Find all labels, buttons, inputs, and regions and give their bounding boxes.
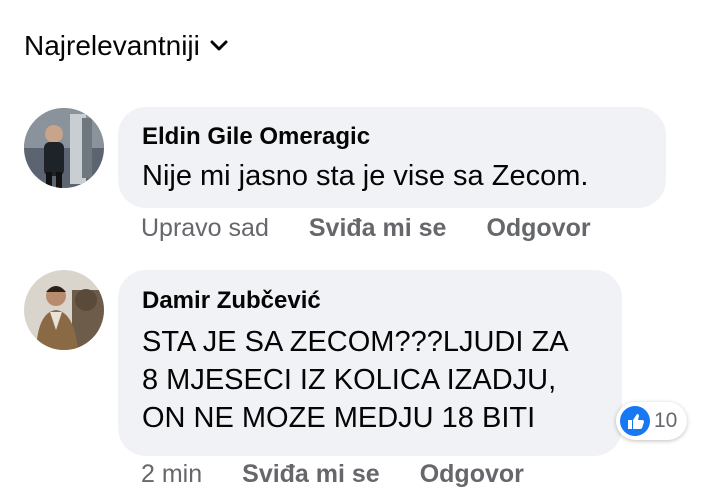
reaction-summary[interactable]: 10 <box>616 402 688 440</box>
comment-text-line: ON NE MOZE MEDJU 18 BITI <box>142 402 536 434</box>
reply-button[interactable]: Odgovor <box>420 460 524 489</box>
like-button[interactable]: Sviđa mi se <box>309 214 447 243</box>
comment-author[interactable]: Damir Zubčević <box>142 287 600 315</box>
sort-label: Najrelevantniji <box>24 30 200 61</box>
comment-text-line: 8 MJESECI IZ KOLICA IZADJU, <box>142 364 557 396</box>
avatar[interactable] <box>24 108 104 188</box>
comment-actions: 2 min Sviđa mi se Odgovor <box>141 460 524 489</box>
comment-bubble: Eldin Gile Omeragic Nije mi jasno sta je… <box>118 107 666 208</box>
comment-timestamp[interactable]: Upravo sad <box>141 214 269 243</box>
avatar[interactable] <box>24 270 104 350</box>
reply-button[interactable]: Odgovor <box>486 214 590 243</box>
sort-dropdown[interactable]: Najrelevantniji <box>24 30 228 62</box>
comment-text-line: STA JE SA ZECOM???LJUDI ZA <box>142 326 569 358</box>
like-icon <box>620 406 650 436</box>
comment-bubble: Damir Zubčević STA JE SA ZECOM???LJUDI Z… <box>118 270 622 456</box>
chevron-down-icon <box>210 40 228 51</box>
comment-actions: Upravo sad Sviđa mi se Odgovor <box>141 214 591 243</box>
comment-text: Nije mi jasno sta je vise sa Zecom. <box>142 160 589 192</box>
comment-timestamp[interactable]: 2 min <box>141 460 202 489</box>
like-button[interactable]: Sviđa mi se <box>242 460 380 489</box>
comment-text: STA JE SA ZECOM???LJUDI ZA 8 MJESECI IZ … <box>142 323 600 437</box>
reaction-count: 10 <box>654 409 678 432</box>
comment-author[interactable]: Eldin Gile Omeragic <box>142 123 644 151</box>
